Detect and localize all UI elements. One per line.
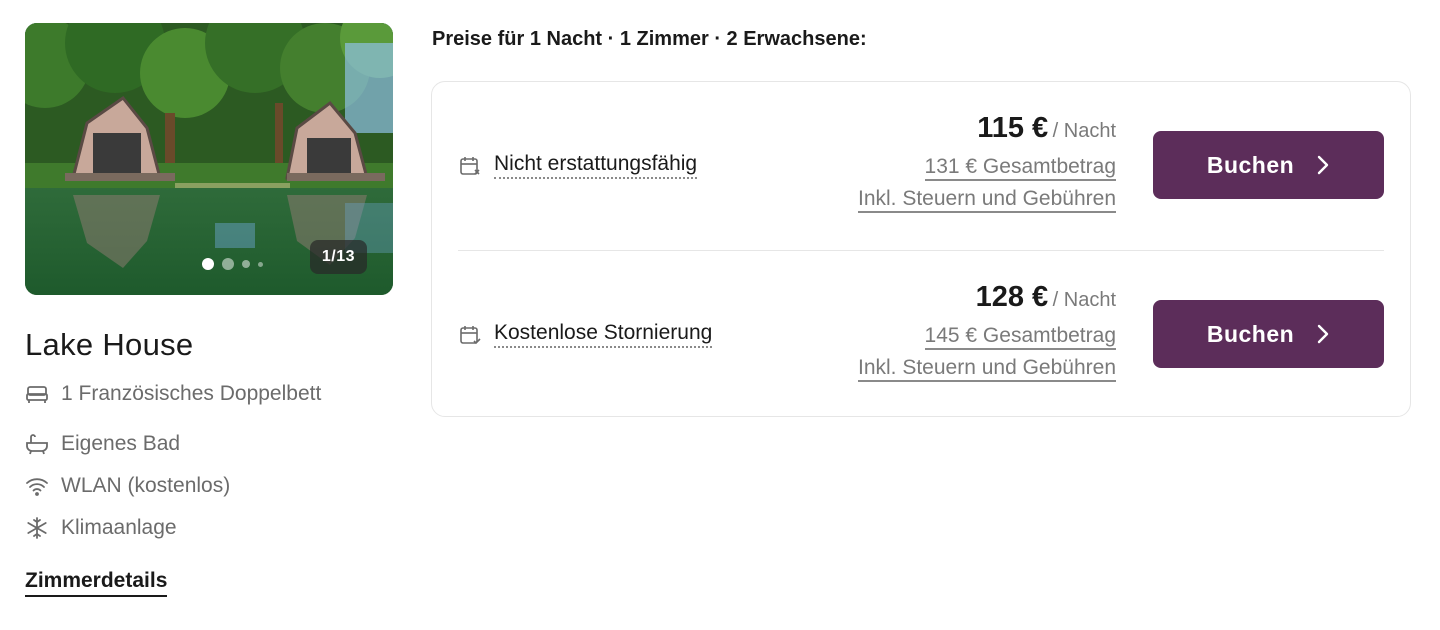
photo-counter: 1/13 bbox=[309, 240, 367, 274]
book-button[interactable]: Buchen bbox=[1153, 300, 1384, 368]
rate-policy[interactable]: Nicht erstattungsfähig bbox=[458, 152, 698, 179]
feature-label: Klimaanlage bbox=[61, 516, 177, 539]
rate-row: Kostenlose Stornierung 128 € / Nacht 145… bbox=[458, 250, 1384, 418]
feature-label: 1 Französisches Doppelbett bbox=[61, 382, 322, 405]
carousel-dot-active[interactable] bbox=[202, 258, 214, 270]
chevron-right-icon bbox=[1317, 155, 1329, 175]
price-unit: / Nacht bbox=[1052, 289, 1116, 311]
price-unit: / Nacht bbox=[1052, 120, 1116, 142]
rate-policy-label[interactable]: Kostenlose Stornierung bbox=[494, 321, 713, 348]
feature-label: WLAN (kostenlos) bbox=[61, 474, 231, 497]
rates-card: Nicht erstattungsfähig 115 € / Nacht 131… bbox=[431, 81, 1411, 417]
feature-bath: Eigenes Bad bbox=[25, 429, 393, 459]
rate-policy-label[interactable]: Nicht erstattungsfähig bbox=[494, 152, 698, 179]
feature-label: Eigenes Bad bbox=[61, 432, 181, 455]
room-photo-carousel[interactable]: 1/13 bbox=[25, 23, 393, 295]
total-price-link[interactable]: 131 € Gesamtbetrag bbox=[924, 155, 1116, 181]
feature-wifi: WLAN (kostenlos) bbox=[25, 471, 393, 501]
calendar-check-icon bbox=[460, 325, 481, 344]
book-button[interactable]: Buchen bbox=[1153, 131, 1384, 199]
calendar-x-icon bbox=[460, 156, 480, 175]
price-per-night: 128 € bbox=[975, 281, 1049, 313]
book-button-label: Buchen bbox=[1206, 151, 1295, 178]
room-title: Lake House bbox=[25, 327, 194, 362]
total-price-link[interactable]: 145 € Gesamtbetrag bbox=[924, 324, 1116, 350]
bed-icon bbox=[26, 386, 48, 403]
carousel-dots[interactable] bbox=[202, 258, 263, 270]
rate-policy[interactable]: Kostenlose Stornierung bbox=[458, 321, 713, 348]
snowflake-icon bbox=[27, 517, 47, 539]
carousel-dot[interactable] bbox=[242, 260, 250, 268]
rate-price: 128 € / Nacht 145 € Gesamtbetrag Inkl. S… bbox=[857, 281, 1116, 382]
rate-price: 115 € / Nacht 131 € Gesamtbetrag Inkl. S… bbox=[857, 112, 1116, 213]
feature-bed: 1 Französisches Doppelbett bbox=[25, 379, 393, 409]
rate-row: Nicht erstattungsfähig 115 € / Nacht 131… bbox=[458, 82, 1384, 250]
pricing-heading: Preise für 1 Nacht · 1 Zimmer · 2 Erwach… bbox=[432, 28, 867, 50]
book-button-label: Buchen bbox=[1206, 320, 1295, 347]
carousel-dot[interactable] bbox=[222, 258, 234, 270]
price-per-night: 115 € bbox=[977, 112, 1049, 144]
taxes-info-link[interactable]: Inkl. Steuern und Gebühren bbox=[857, 356, 1116, 382]
bathtub-icon bbox=[26, 434, 48, 455]
room-panel: 1/13 Lake House 1 Französisches Doppelbe… bbox=[25, 23, 393, 597]
wifi-icon bbox=[26, 478, 48, 496]
taxes-info-link[interactable]: Inkl. Steuern und Gebühren bbox=[857, 187, 1116, 213]
feature-ac: Klimaanlage bbox=[25, 513, 393, 543]
chevron-right-icon bbox=[1317, 324, 1329, 344]
carousel-dot[interactable] bbox=[258, 261, 263, 267]
room-details-link[interactable]: Zimmerdetails bbox=[25, 569, 168, 597]
